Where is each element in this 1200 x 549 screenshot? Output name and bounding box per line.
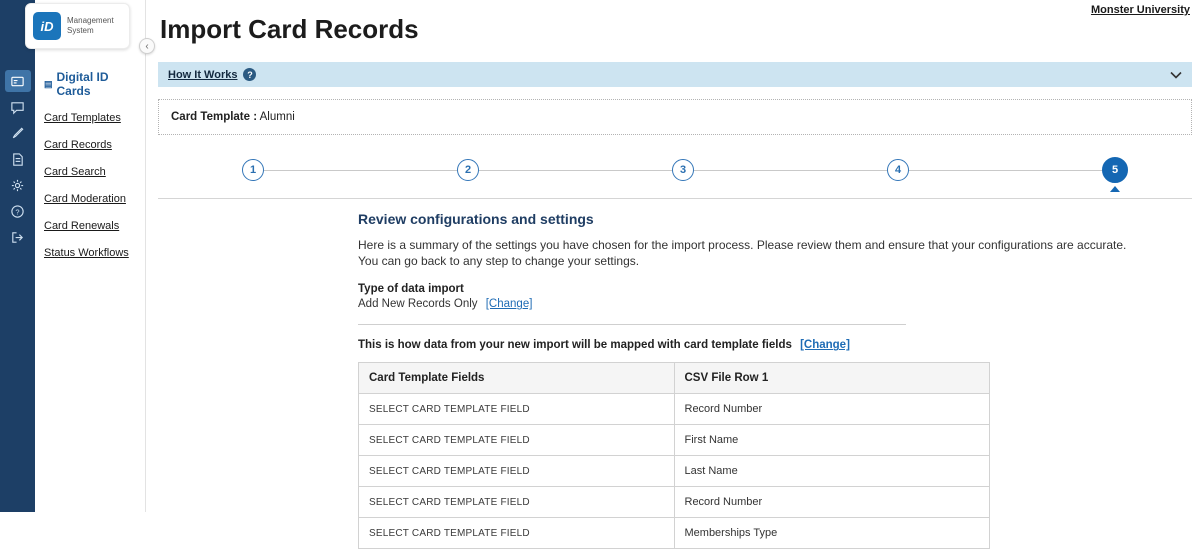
table-row: SELECT CARD TEMPLATE FIELD First Name bbox=[358, 424, 990, 457]
step-4[interactable]: 4 bbox=[887, 159, 909, 181]
sidebar-section-title: ▤ Digital ID Cards bbox=[44, 70, 145, 98]
documents-icon bbox=[5, 148, 31, 170]
settings-icon bbox=[5, 174, 31, 196]
table-header-row: Card Template Fields CSV File Row 1 bbox=[358, 362, 990, 395]
template-field-select[interactable]: SELECT CARD TEMPLATE FIELD bbox=[358, 393, 675, 426]
design-icon bbox=[5, 122, 31, 144]
csv-value: Record Number bbox=[673, 393, 990, 426]
sidebar-item-card-moderation[interactable]: Card Moderation bbox=[44, 193, 145, 205]
review-heading: Review configurations and settings bbox=[358, 211, 594, 227]
column-header-csv-row: CSV File Row 1 bbox=[673, 362, 990, 395]
csv-value: Last Name bbox=[673, 455, 990, 488]
app-logo-line1: Management bbox=[67, 16, 114, 25]
sidebar-menu: ▤ Digital ID Cards Card Templates Card R… bbox=[35, 0, 146, 512]
app-logo-card[interactable]: iD Management System bbox=[25, 3, 130, 49]
csv-value: First Name bbox=[673, 424, 990, 457]
table-row: SELECT CARD TEMPLATE FIELD Memberships T… bbox=[358, 517, 990, 549]
template-field-select[interactable]: SELECT CARD TEMPLATE FIELD bbox=[358, 517, 675, 549]
sidebar-item-card-search[interactable]: Card Search bbox=[44, 166, 145, 178]
template-field-select[interactable]: SELECT CARD TEMPLATE FIELD bbox=[358, 455, 675, 488]
table-row: SELECT CARD TEMPLATE FIELD Record Number bbox=[358, 486, 990, 519]
review-section: Review configurations and settings Here … bbox=[358, 211, 1178, 549]
sidebar-icon-documents[interactable] bbox=[0, 146, 35, 172]
card-template-box: Card Template : Alumni bbox=[158, 99, 1192, 135]
app-logo-line2: System bbox=[67, 26, 94, 35]
change-import-type-link[interactable]: [Change] bbox=[486, 298, 533, 310]
section-divider bbox=[158, 198, 1192, 199]
sidebar-item-card-records[interactable]: Card Records bbox=[44, 139, 145, 151]
logout-icon bbox=[5, 226, 31, 248]
sidebar-item-card-templates[interactable]: Card Templates bbox=[44, 112, 145, 124]
sidebar-icon-id-cards[interactable] bbox=[0, 68, 35, 94]
stepper: 1 2 3 4 5 bbox=[158, 151, 1192, 189]
step-3[interactable]: 3 bbox=[672, 159, 694, 181]
sidebar-icon-logout[interactable] bbox=[0, 224, 35, 250]
import-type-value: Add New Records Only bbox=[358, 298, 478, 311]
how-it-works-link[interactable]: How It Works bbox=[168, 69, 237, 81]
review-description-line2: You can go back to any step to change yo… bbox=[358, 254, 640, 269]
help-badge-icon[interactable]: ? bbox=[243, 68, 257, 81]
app-logo-text: Management System bbox=[67, 16, 114, 36]
review-description-line1: Here is a summary of the settings you ha… bbox=[358, 238, 1127, 252]
change-mapping-link[interactable]: [Change] bbox=[800, 339, 850, 351]
chat-icon bbox=[5, 96, 31, 118]
id-cards-icon bbox=[4, 70, 31, 92]
icon-sidebar: ? bbox=[0, 0, 35, 512]
template-field-select[interactable]: SELECT CARD TEMPLATE FIELD bbox=[358, 486, 675, 519]
help-icon: ? bbox=[5, 200, 31, 222]
sidebar-item-card-renewals[interactable]: Card Renewals bbox=[44, 220, 145, 232]
card-template-value: Alumni bbox=[259, 111, 295, 123]
import-type-value-row: Add New Records Only [Change] bbox=[358, 298, 1178, 310]
sidebar-item-status-workflows[interactable]: Status Workflows bbox=[44, 247, 145, 259]
sidebar-collapse-button[interactable]: ‹ bbox=[139, 38, 155, 54]
card-template-label: Card Template : bbox=[171, 111, 258, 123]
sidebar-icon-chat[interactable] bbox=[0, 94, 35, 120]
import-type-label: Type of data import bbox=[358, 283, 464, 296]
chevron-left-icon: ‹ bbox=[145, 40, 149, 52]
svg-text:?: ? bbox=[15, 207, 19, 216]
sidebar-icon-design[interactable] bbox=[0, 120, 35, 146]
page-title: Import Card Records bbox=[160, 14, 419, 44]
sidebar-icon-settings[interactable] bbox=[0, 172, 35, 198]
sidebar-icon-help[interactable]: ? bbox=[0, 198, 35, 224]
csv-value: Record Number bbox=[673, 486, 990, 519]
how-it-works-bar[interactable]: How It Works ? bbox=[158, 62, 1192, 87]
id-cards-mini-icon: ▤ bbox=[44, 78, 53, 89]
account-link[interactable]: Monster University bbox=[1091, 4, 1190, 16]
sidebar-section-label: Digital ID Cards bbox=[56, 70, 109, 98]
mapping-heading: This is how data from your new import wi… bbox=[358, 339, 792, 352]
step-2[interactable]: 2 bbox=[457, 159, 479, 181]
step-5-active[interactable]: 5 bbox=[1102, 157, 1128, 183]
chevron-down-icon[interactable] bbox=[1170, 71, 1182, 79]
table-row: SELECT CARD TEMPLATE FIELD Record Number bbox=[358, 393, 990, 426]
main-content: Monster University Import Card Records H… bbox=[146, 0, 1200, 549]
app-logo-icon: iD bbox=[33, 12, 61, 40]
column-header-template-fields: Card Template Fields bbox=[358, 362, 675, 395]
step-1[interactable]: 1 bbox=[242, 159, 264, 181]
table-row: SELECT CARD TEMPLATE FIELD Last Name bbox=[358, 455, 990, 488]
review-divider bbox=[358, 324, 906, 326]
csv-value: Memberships Type bbox=[673, 517, 990, 549]
mapping-heading-row: This is how data from your new import wi… bbox=[358, 339, 1178, 351]
mapping-table: Card Template Fields CSV File Row 1 SELE… bbox=[358, 362, 990, 549]
template-field-select[interactable]: SELECT CARD TEMPLATE FIELD bbox=[358, 424, 675, 457]
